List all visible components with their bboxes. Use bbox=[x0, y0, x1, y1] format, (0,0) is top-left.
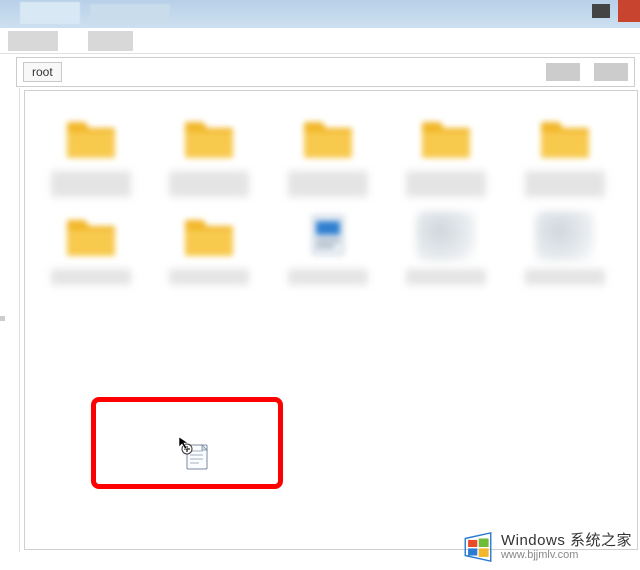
gutter-handle[interactable] bbox=[0, 316, 5, 321]
breadcrumb-right-control-2[interactable] bbox=[594, 63, 628, 81]
folder-icon bbox=[174, 207, 244, 265]
close-button[interactable] bbox=[618, 0, 640, 22]
toolbar bbox=[0, 28, 640, 54]
folder-icon bbox=[56, 207, 126, 265]
file-item[interactable] bbox=[45, 109, 137, 197]
icon-grid bbox=[45, 109, 617, 285]
left-panel bbox=[0, 88, 20, 552]
file-item[interactable] bbox=[282, 207, 374, 285]
paste-cursor-icon bbox=[175, 435, 211, 471]
file-icon-blur bbox=[411, 207, 481, 265]
titlebar-blur-2 bbox=[90, 4, 170, 22]
file-label-blur bbox=[288, 269, 368, 285]
document-icon bbox=[293, 207, 363, 265]
file-label-blur bbox=[406, 171, 486, 197]
folder-icon bbox=[530, 109, 600, 167]
file-item[interactable] bbox=[45, 207, 137, 285]
folder-icon bbox=[293, 109, 363, 167]
titlebar-blur-1 bbox=[20, 2, 80, 24]
watermark-url: www.bjjmlv.com bbox=[501, 549, 632, 561]
file-item[interactable] bbox=[163, 109, 255, 197]
file-item[interactable] bbox=[400, 109, 492, 197]
file-label-blur bbox=[51, 269, 131, 285]
file-label-blur bbox=[169, 171, 249, 197]
file-label-blur bbox=[525, 171, 605, 197]
file-view[interactable] bbox=[24, 90, 638, 550]
windows-logo-icon bbox=[461, 530, 495, 564]
file-item[interactable] bbox=[519, 207, 611, 285]
breadcrumb-bar: root bbox=[16, 57, 635, 87]
file-item[interactable] bbox=[282, 109, 374, 197]
file-item[interactable] bbox=[163, 207, 255, 285]
watermark-title: Windows 系统之家 bbox=[501, 533, 632, 550]
window-control-blur[interactable] bbox=[592, 4, 610, 18]
file-item[interactable] bbox=[519, 109, 611, 197]
folder-icon bbox=[411, 109, 481, 167]
toolbar-item-blur-1[interactable] bbox=[8, 31, 58, 51]
file-item[interactable] bbox=[400, 207, 492, 285]
main-area bbox=[0, 88, 640, 552]
breadcrumb-right-control-1[interactable] bbox=[546, 63, 580, 81]
watermark: Windows 系统之家 www.bjjmlv.com bbox=[461, 530, 632, 564]
file-label-blur bbox=[288, 171, 368, 197]
folder-icon bbox=[174, 109, 244, 167]
file-label-blur bbox=[525, 269, 605, 285]
file-label-blur bbox=[406, 269, 486, 285]
breadcrumb-root[interactable]: root bbox=[23, 62, 62, 82]
file-icon-blur bbox=[530, 207, 600, 265]
toolbar-item-blur-2[interactable] bbox=[88, 31, 133, 51]
folder-icon bbox=[56, 109, 126, 167]
file-label-blur bbox=[169, 269, 249, 285]
title-bar bbox=[0, 0, 640, 28]
file-label-blur bbox=[51, 171, 131, 197]
